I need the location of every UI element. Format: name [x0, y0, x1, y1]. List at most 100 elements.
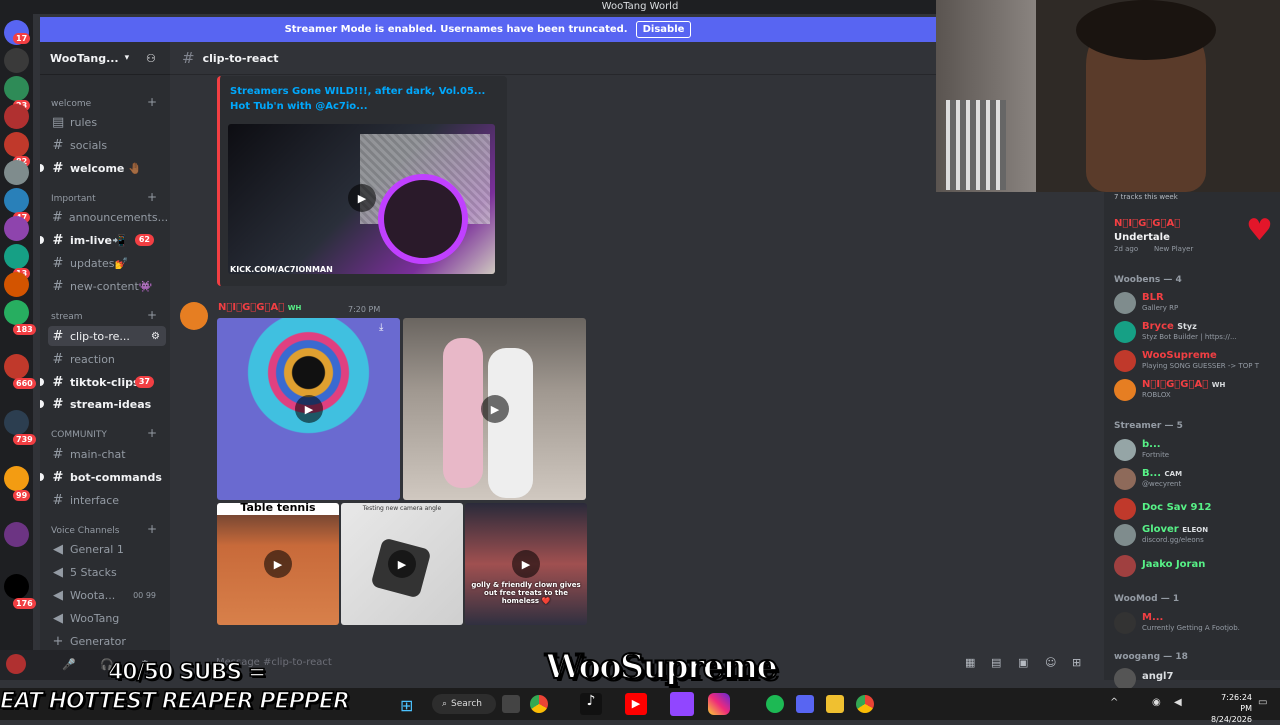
server-icon[interactable] — [4, 48, 29, 73]
member-item[interactable]: b... Fortnite — [1114, 437, 1280, 463]
server-icon[interactable] — [4, 574, 29, 599]
wifi-icon[interactable]: ◉ — [1152, 697, 1161, 708]
chrome-icon[interactable] — [856, 695, 874, 713]
member-item[interactable]: WooSupreme Playing SONG GUESSER -> TOP T — [1114, 348, 1280, 374]
category-stream[interactable]: stream — [51, 312, 83, 322]
category-voice[interactable]: Voice Channels — [51, 526, 119, 536]
channel-main-chat[interactable]: # main-chat — [48, 444, 166, 464]
voice-channel-wootang[interactable]: ◀ WooTang — [48, 608, 166, 628]
channel-reaction[interactable]: # reaction — [48, 349, 166, 369]
category-important[interactable]: Important — [51, 194, 96, 204]
play-icon[interactable]: ▶ — [512, 550, 540, 578]
category-welcome[interactable]: welcome — [51, 99, 91, 109]
member-item[interactable]: BLR Gallery RP — [1114, 290, 1280, 316]
microphone-icon[interactable]: 🎤 — [62, 658, 76, 671]
clip-thumbnail[interactable]: Testing new camera angle ▶ — [341, 503, 463, 625]
channel-welcome[interactable]: # welcome 🤚🏾 — [40, 158, 166, 178]
tray-chevron-icon[interactable]: ^ — [1110, 697, 1118, 708]
settings-gear-icon[interactable]: ⚙ — [151, 331, 160, 342]
member-item[interactable]: Jaako Joran — [1114, 553, 1280, 579]
member-item[interactable]: B... CAM @wecyrent — [1114, 466, 1280, 492]
channel-updates[interactable]: # updates💅 — [48, 253, 166, 273]
channel-tiktok-clips[interactable]: # tiktok-clips 37 — [40, 372, 166, 392]
system-clock[interactable]: 7:26:24 PM 8/24/2026 — [1208, 692, 1252, 725]
play-icon[interactable]: ▶ — [481, 395, 509, 423]
disable-streamer-mode-button[interactable]: Disable — [635, 21, 692, 38]
discord-icon[interactable] — [796, 695, 814, 713]
server-icon[interactable] — [4, 76, 29, 101]
server-icon[interactable] — [4, 132, 29, 157]
task-view-icon[interactable] — [502, 695, 520, 713]
channel-announcements[interactable]: # announcements... — [48, 207, 168, 227]
member-item[interactable]: Glover ELEON discord.gg/eleons — [1114, 522, 1280, 548]
play-icon[interactable]: ▶ — [348, 184, 376, 212]
avatar[interactable] — [6, 654, 26, 674]
add-channel-icon[interactable]: + — [147, 426, 157, 440]
server-icon[interactable] — [4, 160, 29, 185]
play-icon[interactable]: ▶ — [388, 550, 416, 578]
server-icon[interactable] — [4, 300, 29, 325]
channel-socials[interactable]: # socials — [48, 135, 166, 155]
voice-channel-wootang-live[interactable]: ◀ Wootа... 00 99 — [48, 585, 166, 605]
member-item[interactable]: Bryce Styz Styz Bot Builder | https://... — [1114, 319, 1280, 345]
channel-stream-ideas[interactable]: # stream-ideas — [40, 394, 166, 414]
sticker-icon[interactable]: ▣ — [1018, 656, 1028, 669]
server-icon[interactable] — [4, 466, 29, 491]
volume-icon[interactable]: ◀ — [1174, 697, 1182, 708]
apps-icon[interactable]: ⊞ — [1072, 656, 1081, 669]
play-icon[interactable]: ▶ — [295, 395, 323, 423]
tiktok-icon[interactable]: ♪ — [580, 693, 602, 715]
windows-start-icon[interactable]: ⊞ — [400, 696, 413, 715]
member-item[interactable]: N⃝I⃝G⃝G⃝A⃝ WH ROBLOX — [1114, 377, 1280, 403]
file-explorer-icon[interactable] — [826, 695, 844, 713]
voice-channel-generator[interactable]: + Generator — [48, 631, 166, 651]
emoji-icon[interactable]: ☺ — [1045, 656, 1056, 669]
embed-video-thumbnail[interactable]: ▶ KICK.COM/AC7IONMAN — [228, 124, 495, 274]
chrome-icon[interactable] — [530, 695, 548, 713]
voice-channel-5-stacks[interactable]: ◀ 5 Stacks — [48, 562, 166, 582]
channel-im-live[interactable]: # im-live📲 62 — [40, 230, 166, 250]
add-channel-icon[interactable]: + — [147, 95, 157, 109]
message-author[interactable]: N⃝I⃝G⃝G⃝A⃝ WH — [218, 302, 301, 313]
add-channel-icon[interactable]: + — [147, 308, 157, 322]
spotify-icon[interactable] — [766, 695, 784, 713]
add-channel-icon[interactable]: + — [147, 190, 157, 204]
server-list[interactable]: 17 23 82 47 13 183 660 739 99 176 — [0, 14, 36, 650]
download-icon[interactable]: ⤓ — [379, 322, 383, 333]
clip-thumbnail[interactable]: ▶ golly & friendly clown gives out free … — [465, 503, 587, 625]
add-friend-icon[interactable]: ⚇ — [146, 52, 156, 65]
server-icon[interactable] — [4, 188, 29, 213]
play-icon[interactable]: ▶ — [264, 550, 292, 578]
server-icon[interactable] — [4, 104, 29, 129]
avatar[interactable] — [180, 302, 208, 330]
server-icon[interactable] — [4, 354, 29, 379]
server-icon[interactable] — [4, 216, 29, 241]
server-icon[interactable] — [4, 410, 29, 435]
channel-clip-to-react[interactable]: # clip-to-re... ⚙ — [48, 326, 166, 346]
clip-thumbnail[interactable]: Table tennis ▶ — [217, 503, 339, 625]
add-channel-icon[interactable]: + — [147, 522, 157, 536]
server-header[interactable]: WooTang... ▾ ⚇ — [40, 42, 170, 75]
category-community[interactable]: COMMUNITY — [51, 430, 107, 440]
clip-thumbnail[interactable]: ▶ — [403, 318, 586, 500]
member-item[interactable]: N⃝I⃝G⃝G⃝A⃝ Undertale 2d ago New Player ♥ — [1114, 216, 1280, 254]
instagram-icon[interactable] — [708, 693, 730, 715]
clip-thumbnail[interactable]: ▶ ⤓ — [217, 318, 400, 500]
notification-icon[interactable]: ▭ — [1258, 697, 1267, 708]
member-item[interactable]: M... Currently Getting A Footjob. — [1114, 610, 1280, 636]
channel-bot-commands[interactable]: # bot-commands — [40, 467, 166, 487]
member-item[interactable]: Doc Sav 912 — [1114, 496, 1280, 522]
youtube-icon[interactable]: ▶ — [625, 693, 647, 715]
twitch-icon[interactable] — [670, 692, 694, 716]
server-icon[interactable] — [4, 522, 29, 547]
gift-icon[interactable]: ▦ — [965, 656, 975, 669]
taskbar-search[interactable]: ⌕ Search — [432, 694, 496, 714]
channel-interface[interactable]: # interface — [48, 490, 166, 510]
server-icon[interactable] — [4, 244, 29, 269]
server-icon[interactable] — [4, 272, 29, 297]
channel-new-content[interactable]: # new-content👾 — [48, 276, 166, 296]
embed-title[interactable]: Streamers Gone WILD!!!, after dark, Vol.… — [230, 84, 500, 114]
channel-rules[interactable]: ▤ rules — [48, 112, 166, 132]
gif-icon[interactable]: ▤ — [991, 656, 1001, 669]
voice-channel-general[interactable]: ◀ General 1 — [48, 539, 166, 559]
